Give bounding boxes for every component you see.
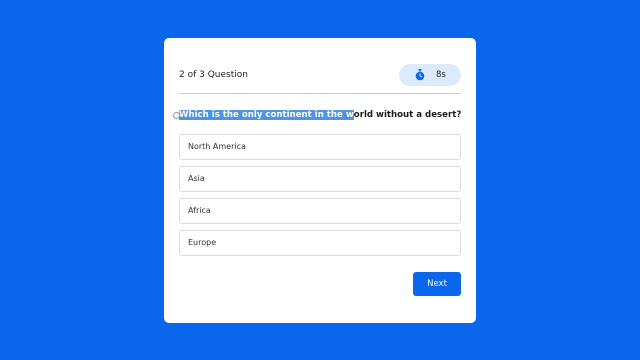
answer-option-label: Asia bbox=[188, 174, 205, 183]
question-text[interactable]: Which is the only continent in the world… bbox=[173, 110, 462, 124]
next-button[interactable]: Next bbox=[413, 272, 461, 296]
answer-option-label: Africa bbox=[188, 206, 211, 215]
answer-option-europe[interactable]: Europe bbox=[179, 230, 461, 256]
answer-option-label: Europe bbox=[188, 238, 217, 247]
stopwatch-icon bbox=[415, 69, 425, 81]
timer-value: 8s bbox=[436, 70, 446, 80]
page-background: 2 of 3 Question 8s Which is the only con… bbox=[0, 0, 640, 360]
answer-option-north-america[interactable]: North America bbox=[179, 134, 461, 160]
answer-options: North America Asia Africa Europe bbox=[179, 134, 461, 262]
question-remaining-text[interactable]: orld without a desert? bbox=[354, 110, 462, 120]
quiz-card: 2 of 3 Question 8s Which is the only con… bbox=[164, 38, 476, 323]
question-progress: 2 of 3 Question bbox=[179, 70, 248, 80]
question-selected-text[interactable]: Which is the only continent in the w bbox=[179, 110, 354, 120]
text-cursor-icon bbox=[173, 112, 180, 119]
header-divider bbox=[179, 93, 461, 94]
answer-option-asia[interactable]: Asia bbox=[179, 166, 461, 192]
answer-option-africa[interactable]: Africa bbox=[179, 198, 461, 224]
answer-option-label: North America bbox=[188, 142, 246, 151]
timer-badge: 8s bbox=[399, 64, 461, 86]
quiz-header: 2 of 3 Question 8s bbox=[179, 64, 461, 86]
